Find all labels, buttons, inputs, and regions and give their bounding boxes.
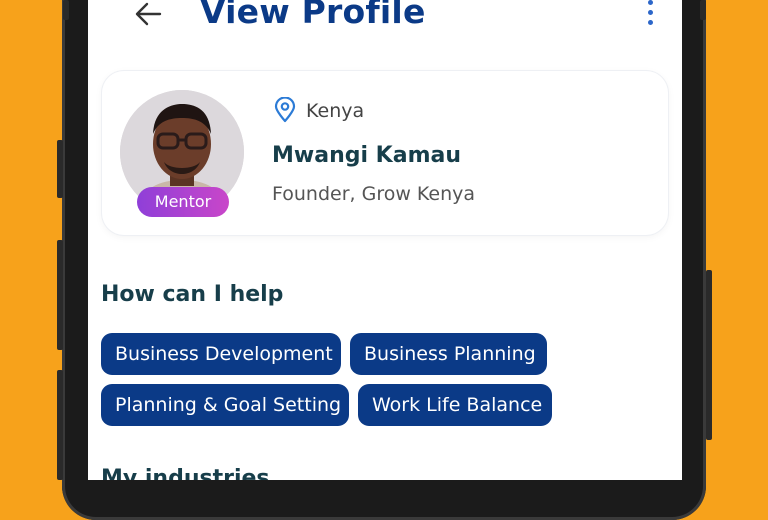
industries-section-title: My industries xyxy=(101,466,270,480)
arrow-left-icon[interactable] xyxy=(132,0,164,32)
top-bar: View Profile xyxy=(88,0,682,40)
phone-side-button xyxy=(57,140,63,198)
mentor-badge: Mentor xyxy=(137,187,229,217)
chip-planning-goal-setting[interactable]: Planning & Goal Setting xyxy=(101,384,349,426)
chip-business-development[interactable]: Business Development xyxy=(101,333,341,375)
phone-side-button xyxy=(63,0,69,20)
map-pin-icon xyxy=(274,96,296,123)
chip-business-planning[interactable]: Business Planning xyxy=(350,333,547,375)
profile-name: Mwangi Kamau xyxy=(272,143,461,168)
chip-work-life-balance[interactable]: Work Life Balance xyxy=(358,384,552,426)
phone-side-button xyxy=(57,240,63,350)
location-text: Kenya xyxy=(306,100,365,122)
profile-role: Founder, Grow Kenya xyxy=(272,183,476,205)
page-title: View Profile xyxy=(200,0,426,31)
phone-side-button xyxy=(706,270,712,440)
phone-side-button xyxy=(57,370,63,480)
help-section-title: How can I help xyxy=(101,282,284,307)
app-screen: View Profile Mentor Kenya Mwangi Kamau F… xyxy=(88,0,682,480)
more-vertical-icon[interactable] xyxy=(642,0,658,30)
phone-side-button xyxy=(700,0,706,20)
profile-card: Mentor Kenya Mwangi Kamau Founder, Grow … xyxy=(102,71,668,235)
